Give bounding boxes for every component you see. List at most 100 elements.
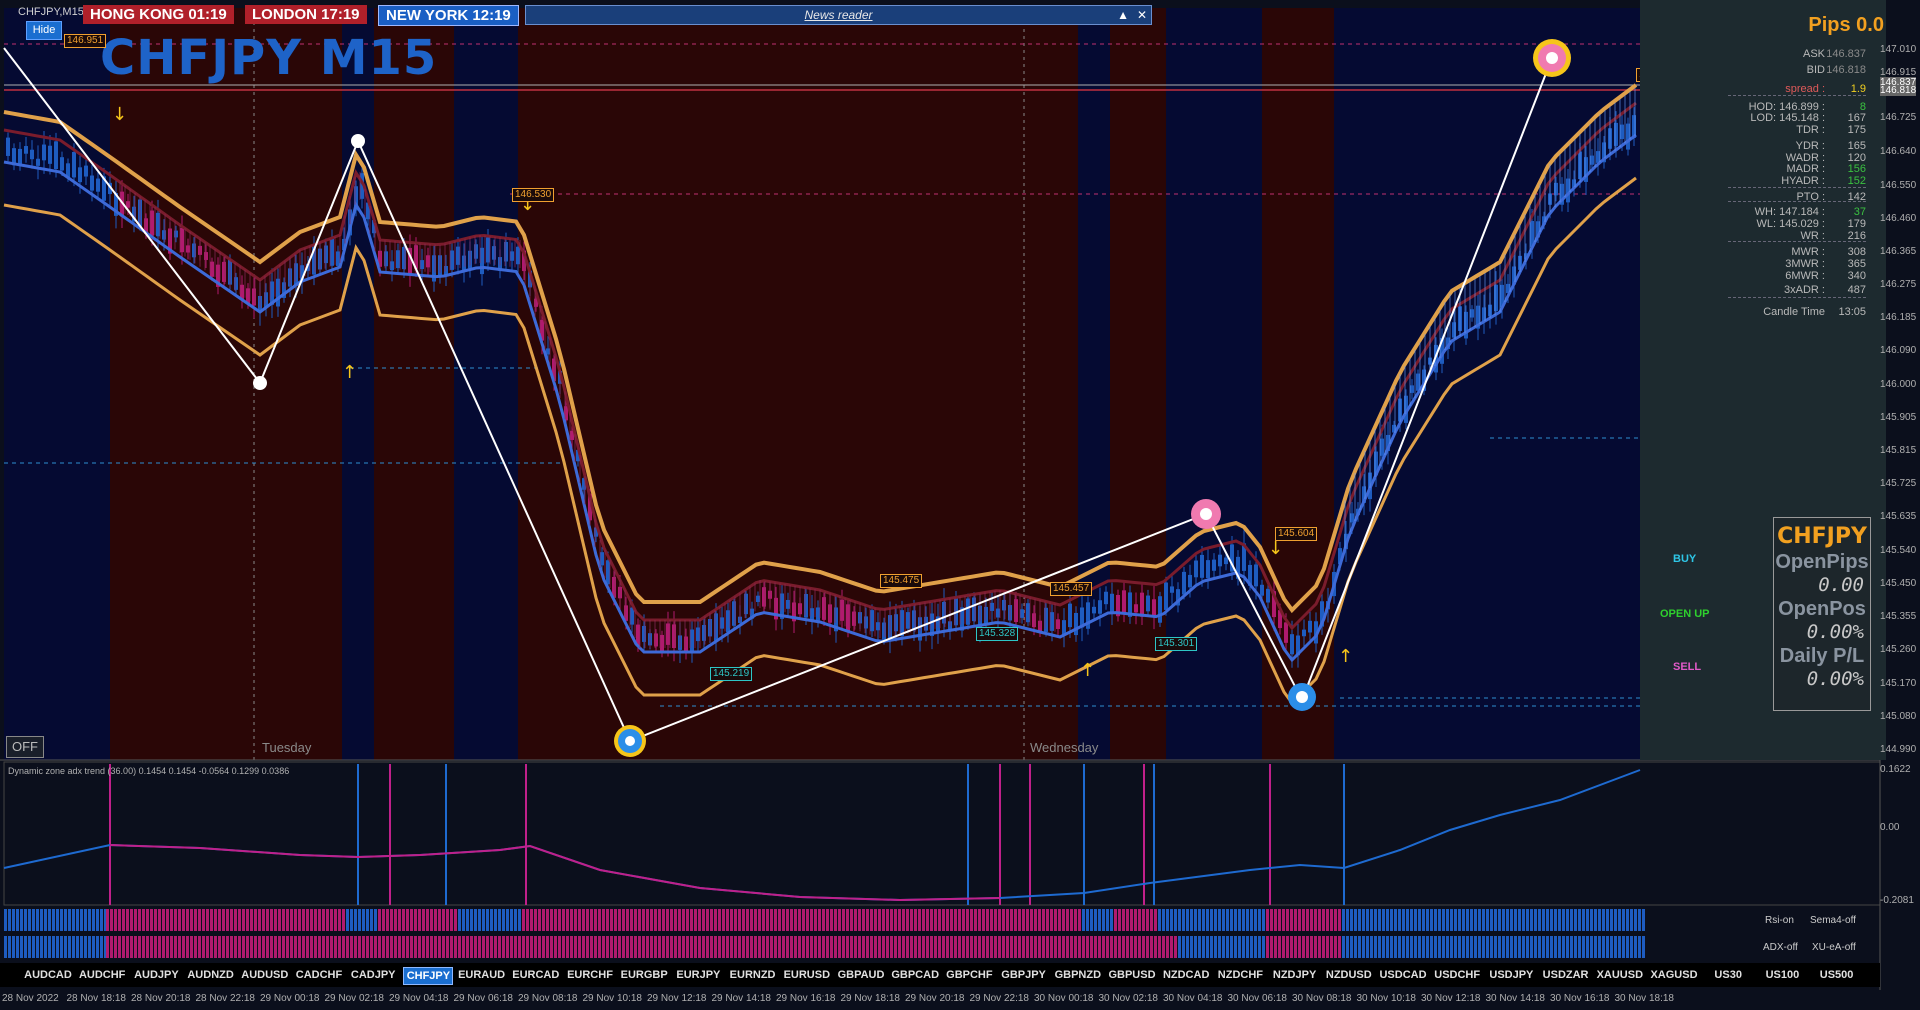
time-axis-label: 30 Nov 12:18: [1421, 993, 1481, 1004]
price-tag: 145.457: [1050, 582, 1093, 596]
news-reader-bar[interactable]: News reader ▲ ✕: [525, 5, 1152, 25]
panel-divider: [1728, 297, 1866, 298]
adx-toggle[interactable]: ADX-off: [1763, 942, 1798, 953]
symbol-button-gbpnzd[interactable]: GBPNZD: [1054, 967, 1102, 983]
symbol-button-nzdcad[interactable]: NZDCAD: [1162, 967, 1210, 983]
time-axis-label: 29 Nov 12:18: [647, 993, 707, 1004]
symbol-button-us30[interactable]: US30: [1704, 967, 1752, 983]
symbol-button-us500[interactable]: US500: [1813, 967, 1861, 983]
symbol-button-cadchf[interactable]: CADCHF: [295, 967, 343, 983]
position-infobox: CHFJPY OpenPips 0.00 OpenPos 0.00% Daily…: [1773, 517, 1871, 711]
open-pos-label: OpenPos: [1778, 598, 1866, 620]
symbol-button-gbpcad[interactable]: GBPCAD: [891, 967, 939, 983]
symbol-button-eurchf[interactable]: EURCHF: [566, 967, 614, 983]
symbol-button-euraud[interactable]: EURAUD: [458, 967, 506, 983]
indicator-axis-zero: 0.00: [1880, 822, 1900, 833]
price-axis-label: 146.725: [1880, 112, 1917, 123]
price-axis-label: 145.260: [1880, 644, 1917, 655]
time-axis-label: 30 Nov 02:18: [1098, 993, 1159, 1004]
panel-divider: [1728, 201, 1866, 202]
clock-london: LONDON 17:19: [245, 5, 367, 24]
symbol-button-eurjpy[interactable]: EURJPY: [674, 967, 722, 983]
price-axis-label: 145.450: [1880, 578, 1917, 589]
symbol-button-nzdusd[interactable]: NZDUSD: [1325, 967, 1373, 983]
indicator-label: Dynamic zone adx trend (36.00) 0.1454 0.…: [8, 766, 290, 776]
symbol-button-audchf[interactable]: AUDCHF: [78, 967, 126, 983]
open-up-signal[interactable]: OPEN UP: [1660, 608, 1710, 620]
symbol-button-audjpy[interactable]: AUDJPY: [132, 967, 180, 983]
stat-11-value: 308: [1847, 246, 1866, 258]
svg-text:↑: ↑: [342, 362, 357, 383]
price-axis-label: 145.725: [1880, 478, 1917, 489]
symbol-button-gbpchf[interactable]: GBPCHF: [945, 967, 993, 983]
price-axis-label: 146.818: [1880, 85, 1917, 96]
symbol-button-audnzd[interactable]: AUDNZD: [187, 967, 235, 983]
price-axis-label: 146.640: [1880, 146, 1917, 157]
time-axis-label: 28 Nov 22:18: [195, 993, 256, 1004]
svg-text:↓: ↓: [1268, 538, 1283, 559]
svg-text:↑: ↑: [1080, 660, 1095, 681]
sell-signal[interactable]: SELL: [1673, 661, 1701, 673]
buy-signal[interactable]: BUY: [1673, 553, 1696, 565]
symbol-button-gbpaud[interactable]: GBPAUD: [837, 967, 885, 983]
indicator-axis-bottom: -0.2081: [1880, 895, 1914, 906]
pips-readout: Pips 0.0: [1808, 14, 1884, 36]
time-axis-label: 30 Nov 18:18: [1614, 993, 1675, 1004]
symbol-button-nzdchf[interactable]: NZDCHF: [1216, 967, 1264, 983]
time-axis-label: 30 Nov 06:18: [1227, 993, 1288, 1004]
price-axis-label: 147.010: [1880, 44, 1917, 55]
close-icon[interactable]: ✕: [1137, 6, 1147, 24]
symbol-button-cadjpy[interactable]: CADJPY: [349, 967, 397, 983]
symbol-button-usdzar[interactable]: USDZAR: [1542, 967, 1590, 983]
time-axis-label: 29 Nov 22:18: [969, 993, 1030, 1004]
price-chart[interactable]: ↓↓↓ ↑↑↑: [0, 0, 1920, 1010]
time-axis-label: 28 Nov 20:18: [131, 993, 191, 1004]
symbol-button-eurcad[interactable]: EURCAD: [512, 967, 560, 983]
stat-9-value: 179: [1847, 218, 1866, 230]
infobox-title: CHFJPY: [1777, 524, 1867, 549]
minimize-icon[interactable]: ▲: [1117, 6, 1129, 24]
symbol-button-audcad[interactable]: AUDCAD: [24, 967, 72, 983]
symbol-button-eurgbp[interactable]: EURGBP: [620, 967, 668, 983]
symbol-button-us100[interactable]: US100: [1758, 967, 1806, 983]
symbol-button-xagusd[interactable]: XAGUSD: [1650, 967, 1698, 983]
stat-14-value: 487: [1847, 284, 1866, 296]
rsi-toggle[interactable]: Rsi-on: [1765, 915, 1794, 926]
stat-12-value: 365: [1847, 258, 1866, 270]
xu-toggle[interactable]: XU-eA-off: [1812, 942, 1856, 953]
top-bar: CHFJPY,M15 HONG KONG 01:19 LONDON 17:19 …: [0, 0, 1152, 26]
off-button[interactable]: OFF: [6, 736, 44, 758]
day-label-tuesday: Tuesday: [262, 740, 312, 755]
symbol-button-xauusd[interactable]: XAUUSD: [1596, 967, 1644, 983]
time-axis-label: 28 Nov 2022: [2, 993, 59, 1004]
symbol-button-usdjpy[interactable]: USDJPY: [1487, 967, 1535, 983]
symbol-button-gbpusd[interactable]: GBPUSD: [1108, 967, 1156, 983]
symbol-button-chfjpy[interactable]: CHFJPY: [403, 967, 454, 985]
price-axis-label: 145.815: [1880, 445, 1917, 456]
symbol-button-gbpjpy[interactable]: GBPJPY: [1000, 967, 1048, 983]
price-axis-label: 146.090: [1880, 345, 1917, 356]
time-axis-label: 29 Nov 02:18: [324, 993, 385, 1004]
stat-3-value: 165: [1847, 140, 1866, 152]
time-axis-label: 29 Nov 00:18: [260, 993, 320, 1004]
symbol-button-eurusd[interactable]: EURUSD: [783, 967, 831, 983]
svg-text:↓: ↓: [112, 104, 127, 125]
symbol-button-nzdjpy[interactable]: NZDJPY: [1271, 967, 1319, 983]
price-axis-label: 145.170: [1880, 678, 1917, 689]
news-reader-label[interactable]: News reader: [804, 8, 872, 22]
time-axis-label: 29 Nov 16:18: [776, 993, 836, 1004]
sema4-toggle[interactable]: Sema4-off: [1810, 915, 1856, 926]
price-axis-label: 146.550: [1880, 180, 1917, 191]
symbol-button-audusd[interactable]: AUDUSD: [241, 967, 289, 983]
day-label-wednesday: Wednesday: [1030, 740, 1099, 755]
time-axis-label: 30 Nov 10:18: [1356, 993, 1417, 1004]
price-axis-label: 145.080: [1880, 711, 1917, 722]
price-tag: 145.604: [1275, 527, 1318, 541]
symbol-button-eurnzd[interactable]: EURNZD: [729, 967, 777, 983]
symbol-button-usdcad[interactable]: USDCAD: [1379, 967, 1427, 983]
time-axis-label: 29 Nov 04:18: [389, 993, 449, 1004]
time-axis-label: 29 Nov 14:18: [711, 993, 772, 1004]
hide-button[interactable]: Hide: [26, 21, 62, 40]
symbol-button-usdchf[interactable]: USDCHF: [1433, 967, 1481, 983]
price-axis-label: 146.000: [1880, 379, 1917, 390]
